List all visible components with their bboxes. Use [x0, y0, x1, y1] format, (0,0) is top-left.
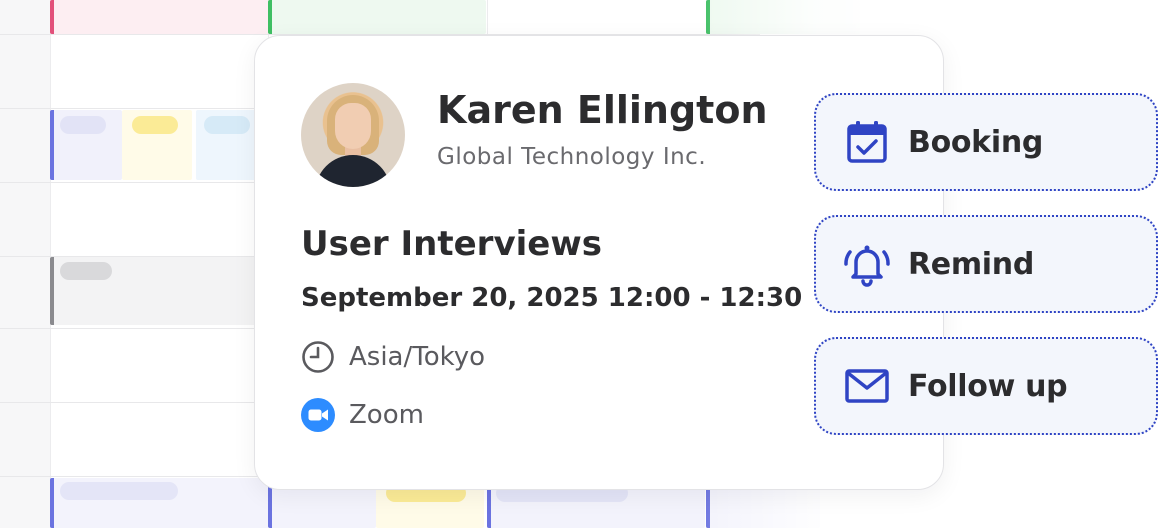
avatar: [301, 83, 405, 187]
follow-up-button[interactable]: Follow up: [814, 337, 1158, 435]
event-placeholder-pill: [132, 116, 178, 134]
bell-icon: [842, 239, 892, 289]
remind-button[interactable]: Remind: [814, 215, 1158, 313]
time-gutter: [0, 0, 50, 528]
location-row: Zoom: [301, 398, 424, 432]
event-placeholder-pill: [204, 116, 250, 134]
event-title: User Interviews: [301, 224, 602, 264]
calendar-check-icon: [842, 117, 892, 167]
remind-label: Remind: [908, 246, 1035, 282]
contact-company: Global Technology Inc.: [437, 144, 707, 170]
contact-name: Karen Ellington: [437, 88, 768, 132]
timezone-label: Asia/Tokyo: [349, 342, 486, 372]
timezone-row: Asia/Tokyo: [301, 340, 485, 374]
location-label: Zoom: [349, 400, 424, 430]
calendar-event-block: [50, 0, 270, 34]
calendar-event-block: [268, 0, 486, 34]
event-datetime: September 20, 2025 12:00 - 12:30: [301, 283, 803, 313]
envelope-icon: [842, 361, 892, 411]
event-placeholder-pill: [60, 116, 106, 134]
clock-icon: [301, 340, 337, 374]
zoom-icon: [301, 398, 337, 432]
event-placeholder-pill: [60, 482, 178, 500]
booking-button[interactable]: Booking: [814, 93, 1158, 191]
follow-up-label: Follow up: [908, 368, 1068, 404]
event-placeholder-pill: [60, 262, 112, 280]
booking-label: Booking: [908, 124, 1044, 160]
